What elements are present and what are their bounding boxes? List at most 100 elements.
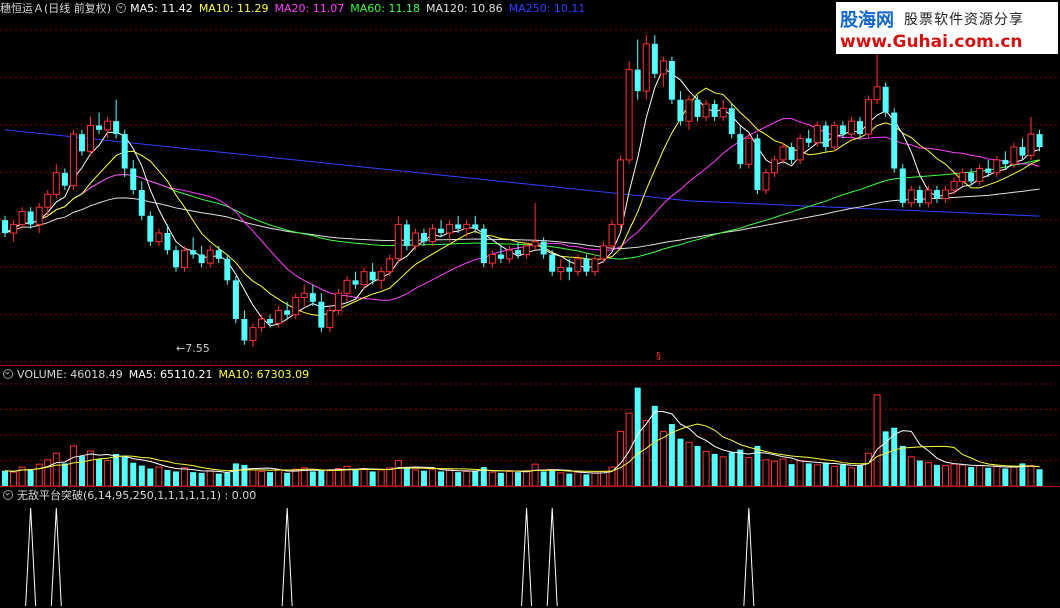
volume-ma-legend-item: MA10: 67303.09 [218, 368, 310, 381]
candle [138, 181, 145, 221]
candle [173, 245, 179, 272]
volume-bar [976, 465, 984, 487]
candle-body [779, 146, 787, 161]
volume-header: VOLUME: 46018.49 MA5: 65110.21 MA10: 67303… [0, 367, 321, 383]
volume-bar [625, 412, 633, 487]
volume-bar [224, 472, 231, 486]
candle [839, 121, 846, 139]
volume-bar [438, 471, 445, 486]
volume-bar [429, 468, 436, 487]
indicator-spike [743, 507, 755, 607]
candle [10, 220, 18, 242]
candle-body [685, 99, 693, 122]
volume-bar [651, 405, 658, 486]
volume-bar [959, 464, 967, 487]
candle [96, 112, 103, 135]
candle-body [206, 249, 214, 264]
volume-bar [334, 468, 342, 487]
candle-body [472, 224, 479, 229]
candle [976, 164, 984, 186]
volume-bar [87, 450, 94, 487]
candle-body [198, 254, 205, 264]
volume-bar [488, 471, 496, 487]
candle [438, 220, 445, 238]
candle [147, 211, 154, 246]
candle [69, 129, 77, 190]
volume-bar [685, 441, 693, 487]
candle-body [634, 69, 641, 92]
candle-body [1036, 134, 1043, 147]
volume-bar [44, 459, 52, 487]
indicator-spikes [25, 507, 755, 607]
volume-bar [942, 465, 949, 487]
candle [505, 245, 513, 264]
candle-body [258, 318, 265, 329]
price-ma-legend-item: MA60: 11.18 [350, 2, 420, 15]
volume-bar [847, 467, 855, 487]
candle-body [702, 103, 710, 118]
candle [933, 185, 940, 203]
candle-body [411, 232, 419, 247]
candle-body [1019, 147, 1026, 156]
candle-body [566, 267, 573, 272]
candle-body [369, 271, 376, 281]
dropdown-circle-icon[interactable] [3, 369, 13, 379]
stock-title[interactable]: 穗恒运Ａ(日线 前复权) [0, 2, 111, 15]
volume-bar [857, 465, 863, 486]
candle-body [865, 99, 873, 135]
price-ma-legend: MA5: 11.42 MA10: 11.29 MA20: 11.07 MA60: 11… [130, 2, 591, 15]
candle [907, 185, 915, 208]
candle [352, 271, 359, 289]
candle-body [968, 172, 975, 182]
candle-body [659, 60, 667, 75]
candle [463, 220, 471, 238]
candle-body [985, 168, 992, 173]
volume-bar [702, 450, 710, 487]
candle [480, 224, 487, 268]
candle [865, 95, 873, 139]
candle [625, 61, 633, 165]
volume-bar [762, 459, 770, 487]
candle [420, 228, 427, 246]
volume-bar [600, 470, 607, 487]
dropdown-circle-icon[interactable] [3, 490, 13, 500]
volume-bar [968, 467, 975, 486]
indicator-header: 无敌平台突破(6,14,95,250,1,1,1,1,1,1) : 0.00 [0, 488, 262, 504]
candle-body [745, 137, 753, 165]
volume-bar [472, 470, 479, 486]
candle [318, 293, 325, 332]
candle-body [215, 250, 222, 259]
candle-body [394, 223, 402, 260]
lowest-price-label: ←7.55 [176, 342, 210, 355]
indicator-title: 无敌平台突破(6,14,95,250,1,1,1,1,1,1) : 0.00 [17, 489, 257, 502]
candle [788, 142, 795, 165]
candle [745, 134, 753, 169]
candle [121, 129, 128, 178]
candle-body [950, 180, 958, 191]
dropdown-circle-icon[interactable] [116, 3, 127, 13]
candle-body [300, 292, 308, 299]
candle-body [480, 228, 487, 264]
candle [284, 301, 291, 319]
candle-body [78, 134, 85, 152]
candle-body [343, 279, 351, 294]
stock-chart [0, 29, 1060, 607]
candle [779, 142, 787, 165]
volume-bar [796, 460, 804, 487]
candle [215, 245, 222, 264]
volume-bar [1036, 469, 1043, 486]
candle [343, 276, 351, 302]
candle [993, 155, 1001, 178]
event-marker: § [656, 351, 661, 362]
indicator-spike [25, 507, 37, 607]
candle-body [531, 241, 539, 247]
candle [87, 116, 94, 156]
candle-body [44, 193, 52, 208]
candle [181, 245, 189, 272]
candle [813, 121, 821, 147]
candle-body [805, 138, 812, 143]
candle [950, 177, 958, 195]
candle-body [1002, 159, 1009, 165]
volume-bar [198, 472, 205, 486]
candle [891, 108, 898, 173]
